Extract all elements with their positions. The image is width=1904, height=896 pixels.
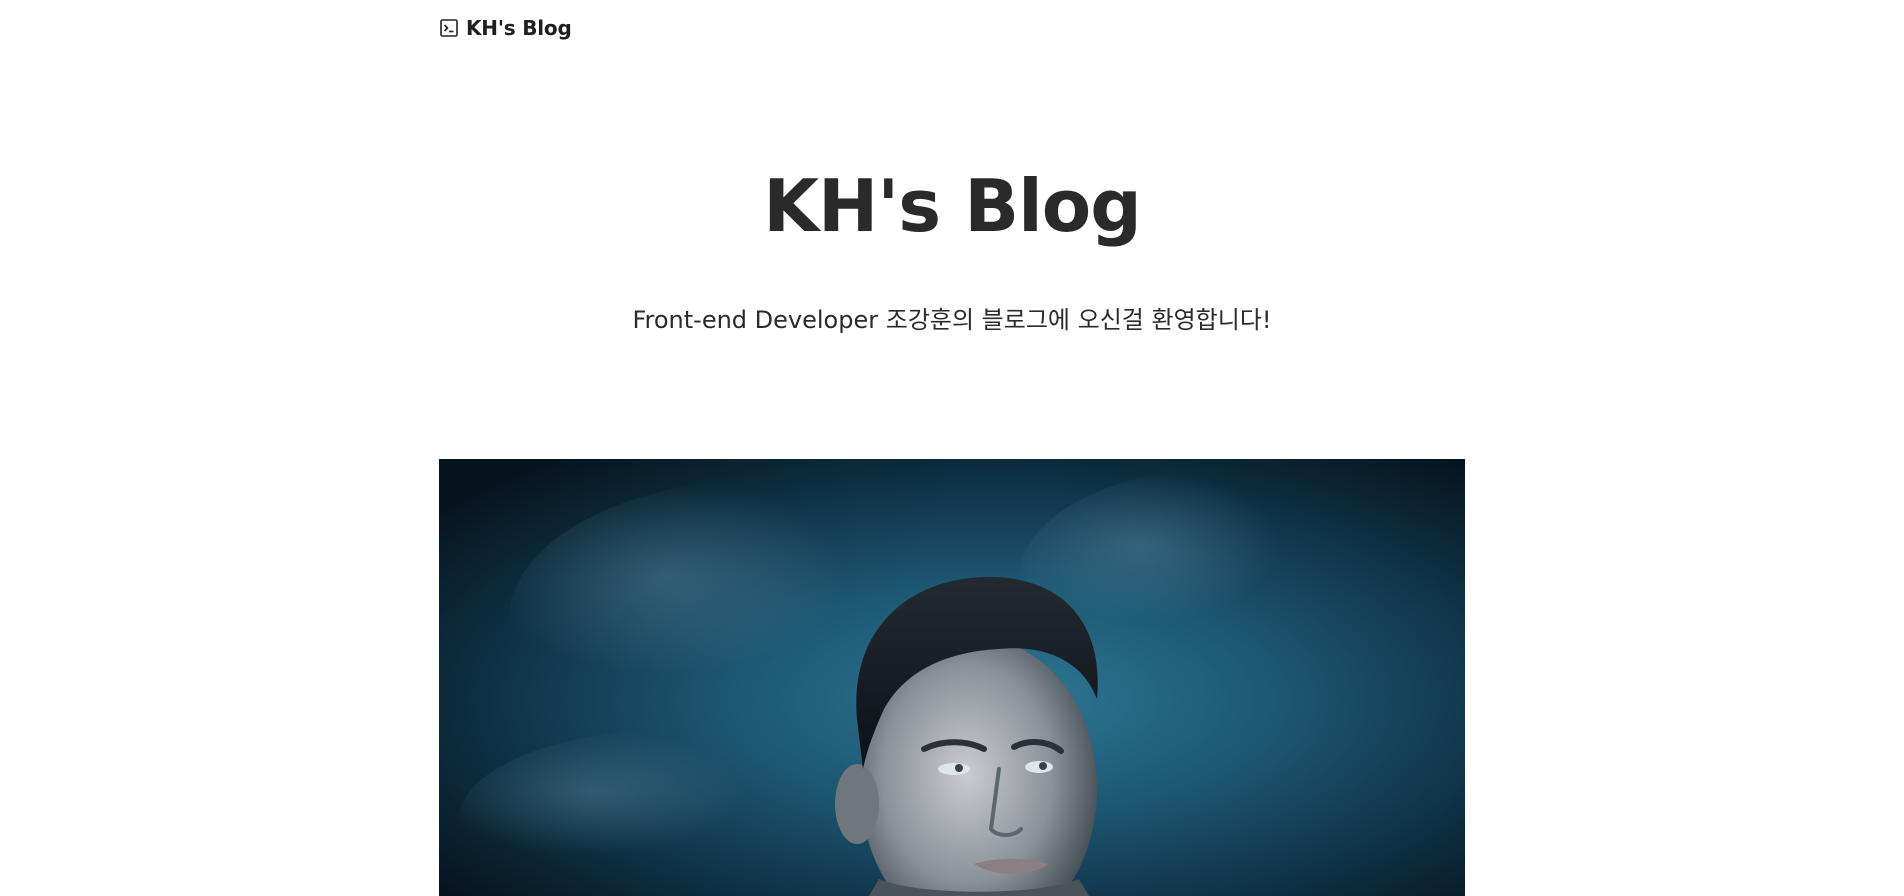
page-title: KH's Blog — [763, 164, 1142, 248]
site-home-link[interactable]: KH's Blog — [440, 16, 572, 40]
terminal-icon — [440, 19, 458, 37]
brand-label: KH's Blog — [466, 16, 572, 40]
featured-image — [439, 459, 1465, 896]
page: KH's Blog KH's Blog Front-end Developer … — [0, 0, 1904, 896]
page-subtitle: Front-end Developer 조강훈의 블로그에 오신걸 환영합니다! — [632, 306, 1272, 334]
